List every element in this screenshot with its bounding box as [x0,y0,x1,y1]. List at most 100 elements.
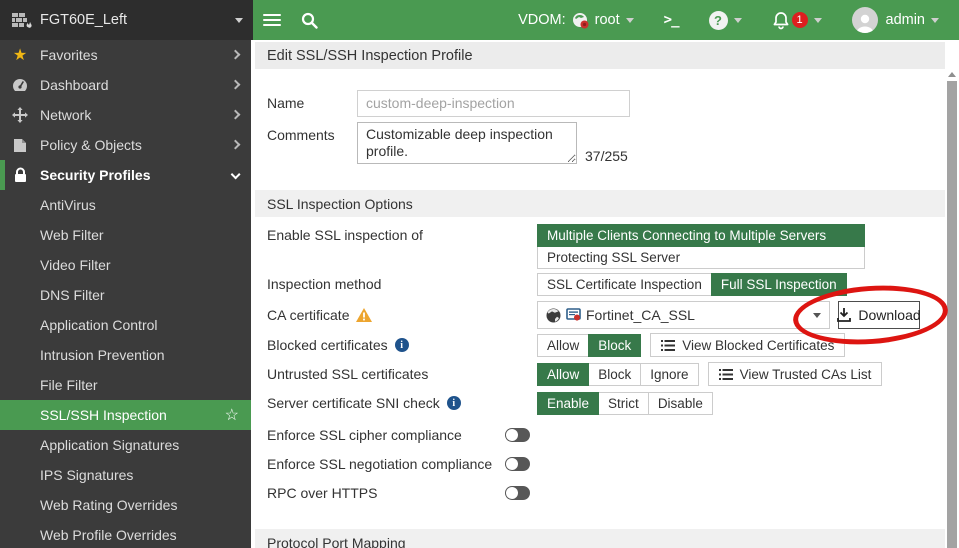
lock-icon [0,167,40,183]
search-button[interactable] [291,0,328,40]
info-icon: i [395,338,409,352]
download-button[interactable]: Download [838,301,920,329]
scrollbar-up-arrow[interactable] [948,72,956,77]
blocked-certificates-label: Blocked certificates [267,337,388,353]
ca-certificate-label: CA certificate [267,307,349,323]
search-icon [301,12,318,29]
ca-certificate-row: CA certificate Fortinet_CA_SSL Download [251,301,959,329]
ca-certificate-select[interactable]: Fortinet_CA_SSL [537,301,830,329]
scrollbar-thumb[interactable] [947,81,957,548]
enable-ssl-label: Enable SSL inspection of [267,227,537,243]
name-label: Name [267,95,357,111]
sni-check-row: Server certificate SNI check i Enable St… [251,391,959,415]
notification-bell-icon [772,11,790,30]
sidebar-item-ssl-ssh-inspection[interactable]: SSL/SSH Inspection ☆ [0,400,251,430]
sidebar-item-ips-signatures[interactable]: IPS Signatures [0,460,251,490]
negotiation-compliance-label: Enforce SSL negotiation compliance [267,456,505,472]
main-content: Edit SSL/SSH Inspection Profile Name Com… [251,40,959,548]
cipher-compliance-label: Enforce SSL cipher compliance [267,427,505,443]
menu-button[interactable] [253,0,291,40]
option-blocked-allow[interactable]: Allow [537,334,589,357]
sidebar-item-web-filter[interactable]: Web Filter [0,220,251,250]
cli-console-button[interactable]: >_ [654,0,689,40]
sidebar-item-antivirus[interactable]: AntiVirus [0,190,251,220]
option-untrusted-allow[interactable]: Allow [537,363,589,386]
notifications-menu[interactable]: 1 [762,0,832,40]
vdom-value: root [595,12,620,28]
chevron-right-icon [230,140,240,150]
certificate-icon [566,308,581,322]
chevron-down-icon [931,18,939,23]
notification-badge: 1 [792,12,808,28]
untrusted-ssl-row: Untrusted SSL certificates Allow Block I… [251,362,959,386]
chevron-down-icon [813,313,821,318]
option-untrusted-ignore[interactable]: Ignore [640,363,698,386]
sidebar-item-application-signatures[interactable]: Application Signatures [0,430,251,460]
option-blocked-block[interactable]: Block [588,334,641,357]
chevron-right-icon [230,110,240,120]
scrollbar [945,68,959,548]
sidebar-item-file-filter[interactable]: File Filter [0,370,251,400]
option-full-ssl-inspection[interactable]: Full SSL Inspection [711,273,847,296]
option-ssl-certificate-inspection[interactable]: SSL Certificate Inspection [537,273,712,296]
untrusted-ssl-label: Untrusted SSL certificates [267,366,537,382]
page-title: Edit SSL/SSH Inspection Profile [255,42,945,69]
chevron-right-icon [230,80,240,90]
inspection-method-label: Inspection method [267,276,537,292]
top-bar-green: VDOM: root >_ ? 1 ad [253,0,959,40]
sidebar-item-video-filter[interactable]: Video Filter [0,250,251,280]
vdom-icon [572,12,589,29]
rpc-over-https-label: RPC over HTTPS [267,485,505,501]
device-name: FGT60E_Left [40,12,235,28]
firewall-icon [12,13,32,28]
cipher-compliance-toggle[interactable] [505,428,530,442]
device-selector[interactable]: FGT60E_Left [0,0,253,40]
sidebar-item-web-rating-overrides[interactable]: Web Rating Overrides [0,490,251,520]
warning-icon [356,308,372,322]
cli-console-icon: >_ [664,12,679,28]
sidebar-item-network[interactable]: Network [0,100,251,130]
list-icon [661,340,675,351]
name-input[interactable] [357,90,630,117]
download-icon [837,308,851,322]
chevron-right-icon [230,50,240,60]
sni-check-label: Server certificate SNI check [267,395,440,411]
sidebar-item-dns-filter[interactable]: DNS Filter [0,280,251,310]
user-menu[interactable]: admin [842,0,950,40]
avatar [852,7,878,33]
vdom-label: VDOM: [518,12,566,28]
sidebar-item-application-control[interactable]: Application Control [0,310,251,340]
cipher-compliance-row: Enforce SSL cipher compliance [251,427,959,443]
network-icon [0,107,40,123]
sidebar-item-security-profiles[interactable]: Security Profiles [0,160,251,190]
rpc-over-https-toggle[interactable] [505,486,530,500]
globe-icon [546,308,561,323]
view-trusted-cas-button[interactable]: View Trusted CAs List [708,362,883,386]
list-icon [719,369,733,380]
option-multiple-clients[interactable]: Multiple Clients Connecting to Multiple … [537,224,865,247]
option-untrusted-block[interactable]: Block [588,363,641,386]
comments-input[interactable]: Customizable deep inspection profile. [357,122,577,164]
gauge-icon [0,78,40,92]
favorite-star-icon[interactable]: ☆ [225,405,239,425]
option-sni-strict[interactable]: Strict [598,392,649,415]
sidebar-item-policy-objects[interactable]: Policy & Objects [0,130,251,160]
sidebar-item-intrusion-prevention[interactable]: Intrusion Prevention [0,340,251,370]
view-blocked-certificates-button[interactable]: View Blocked Certificates [650,333,845,357]
sidebar-item-web-profile-overrides[interactable]: Web Profile Overrides [0,520,251,548]
sidebar-item-dashboard[interactable]: Dashboard [0,70,251,100]
comments-counter: 37/255 [585,148,628,164]
sidebar-item-favorites[interactable]: ★ Favorites [0,40,251,70]
vdom-selector[interactable]: VDOM: root [508,0,644,40]
help-menu[interactable]: ? [699,0,752,40]
negotiation-compliance-row: Enforce SSL negotiation compliance [251,456,959,472]
comments-row: Comments Customizable deep inspection pr… [251,122,959,164]
negotiation-compliance-toggle[interactable] [505,457,530,471]
option-sni-enable[interactable]: Enable [537,392,599,415]
comments-label: Comments [267,127,357,143]
name-row: Name [251,89,959,117]
option-protecting-ssl-server[interactable]: Protecting SSL Server [537,246,865,269]
section-header-protocol-port-mapping: Protocol Port Mapping [255,529,945,548]
user-name: admin [886,12,926,28]
option-sni-disable[interactable]: Disable [648,392,713,415]
